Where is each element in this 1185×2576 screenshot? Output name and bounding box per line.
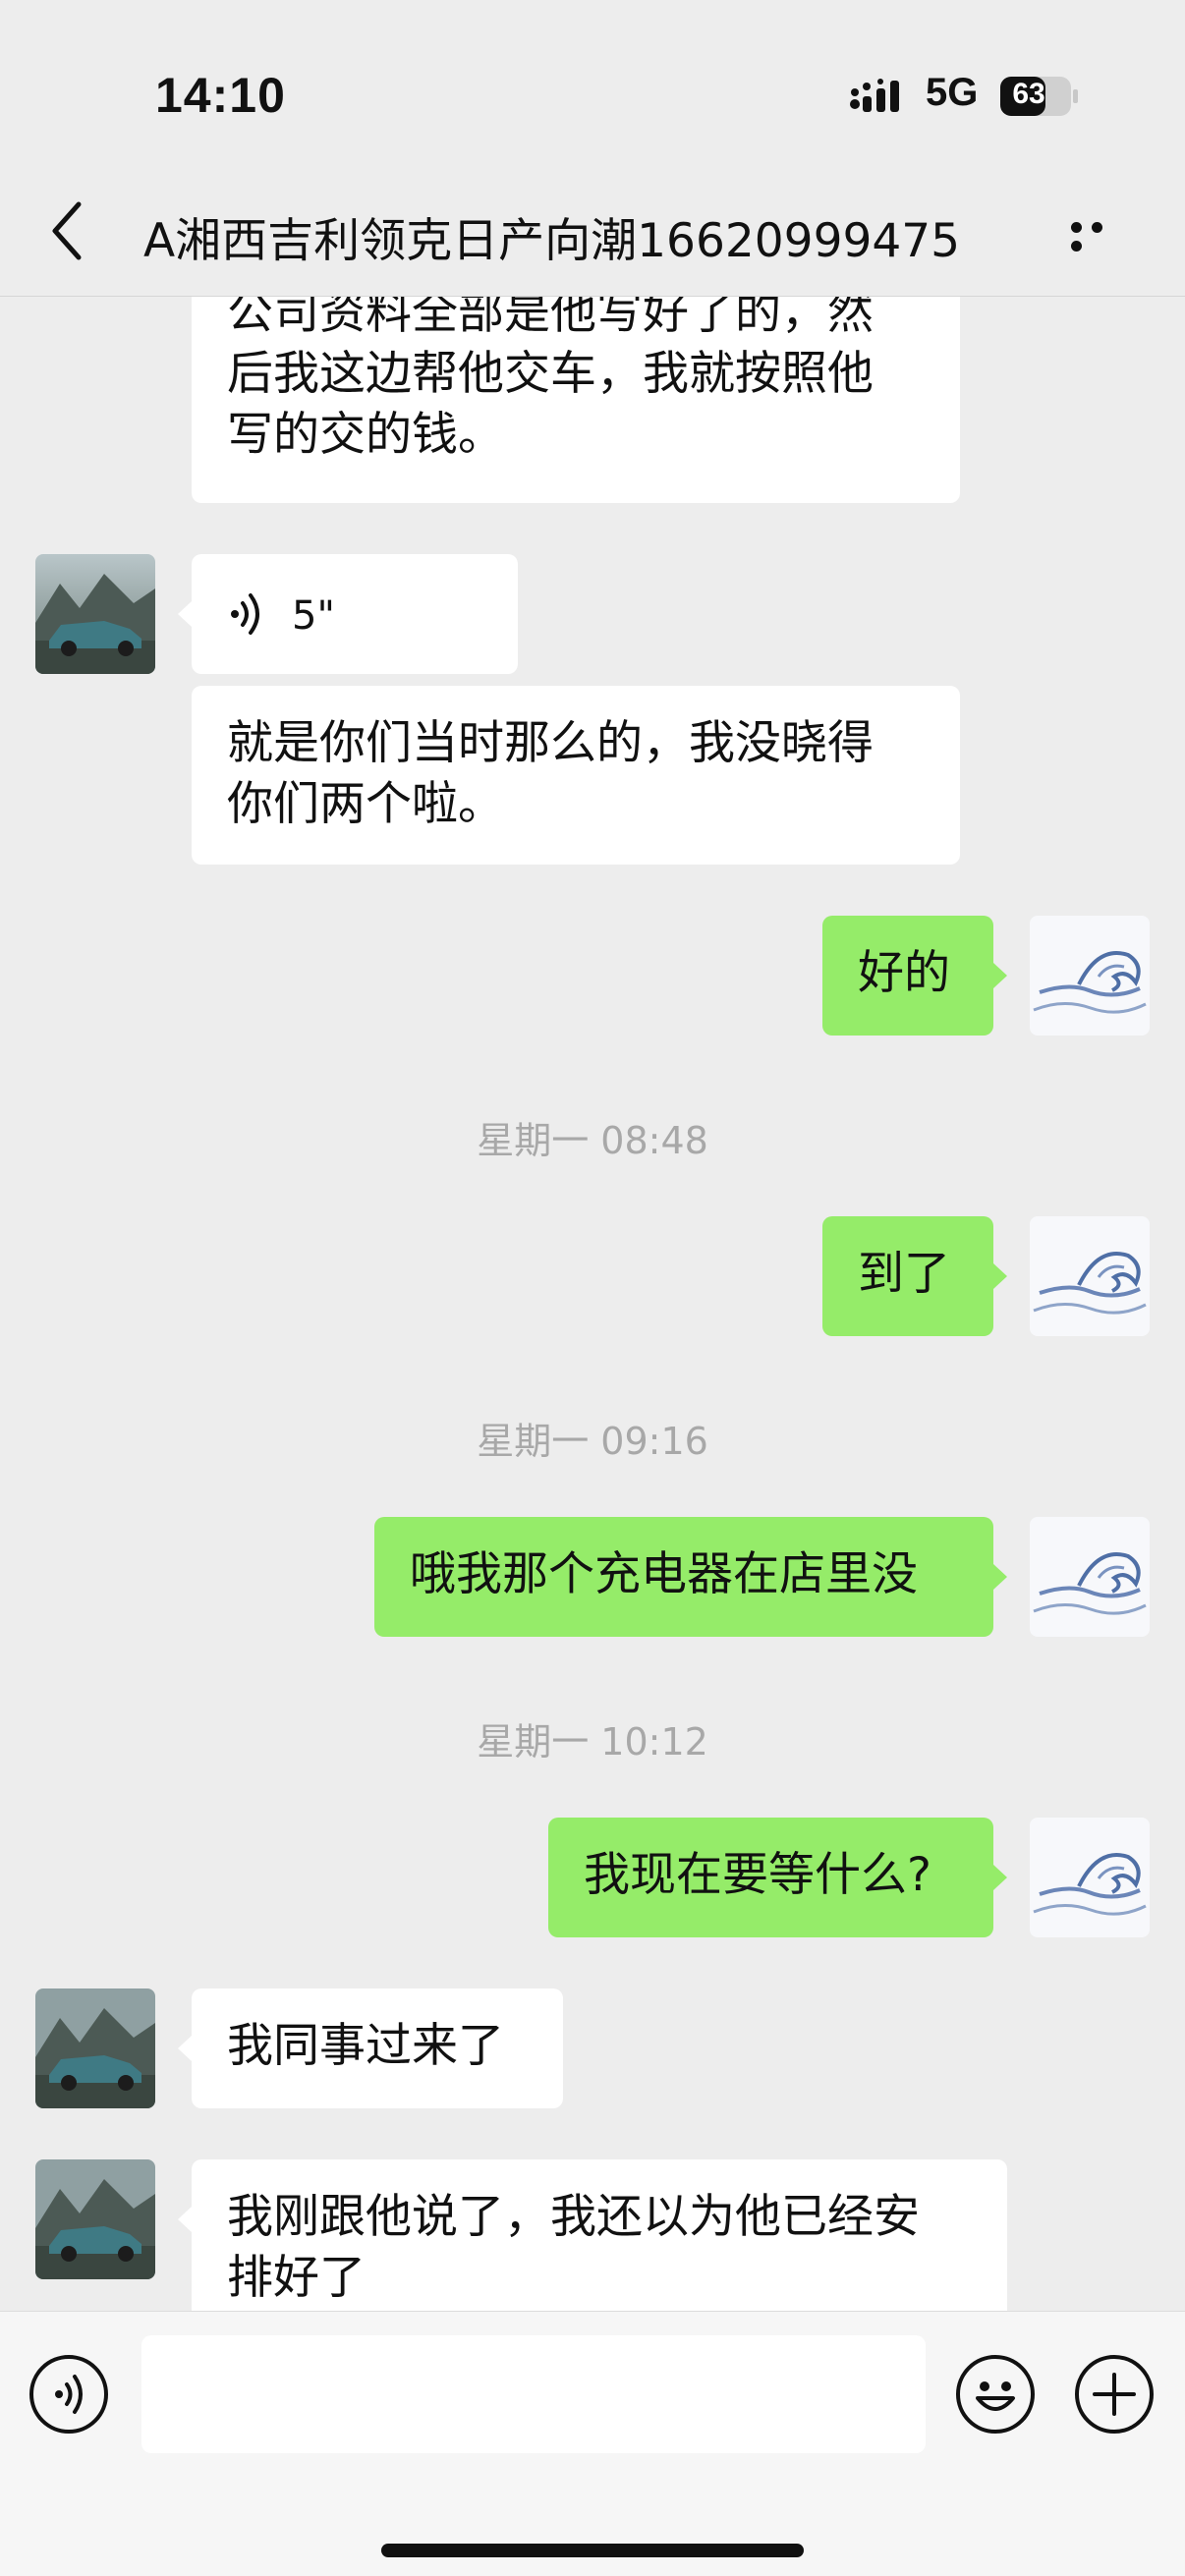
- message-bubble-incoming[interactable]: 我同事过来了: [192, 1988, 563, 2108]
- message-text: 好的: [858, 946, 950, 1000]
- message-text: 你们两个啦。: [227, 777, 504, 831]
- my-avatar[interactable]: [1030, 1818, 1150, 1937]
- message-text: 我同事过来了: [227, 2019, 504, 2073]
- plus-icon[interactable]: [1075, 2355, 1154, 2434]
- bubble-tail: [178, 2036, 192, 2061]
- message-bubble-incoming[interactable]: 就是你们当时那么的，我没晓得 你们两个啦。: [192, 686, 960, 865]
- voice-icon: [231, 593, 259, 635]
- voice-input-icon[interactable]: [29, 2355, 108, 2434]
- emoji-icon[interactable]: [956, 2355, 1035, 2434]
- bubble-tail: [993, 963, 1007, 988]
- battery-level: 63: [1012, 78, 1045, 110]
- contact-avatar[interactable]: [35, 554, 155, 674]
- message-text: 就是你们当时那么的，我没晓得: [227, 716, 874, 770]
- chat-area[interactable]: 公司资料全部是他写好了的，然 后我这边帮他交车，我就按照他 写的交的钱。 5" …: [0, 297, 1185, 2311]
- message-text: 我现在要等什么?: [584, 1848, 931, 1902]
- timestamp: 星期一 08:48: [477, 1119, 708, 1162]
- contact-avatar[interactable]: [35, 2159, 155, 2279]
- message-bubble-incoming[interactable]: 公司资料全部是他写好了的，然 后我这边帮他交车，我就按照他 写的交的钱。: [192, 297, 960, 503]
- message-text: 到了: [858, 1247, 950, 1301]
- message-bubble-outgoing[interactable]: 我现在要等什么?: [548, 1818, 993, 1937]
- message-bubble-outgoing[interactable]: 到了: [822, 1216, 993, 1336]
- home-indicator[interactable]: [381, 2544, 804, 2557]
- message-text: 哦我那个充电器在店里没: [410, 1547, 918, 1601]
- back-icon[interactable]: [43, 196, 92, 265]
- my-avatar[interactable]: [1030, 1517, 1150, 1637]
- message-bubble-outgoing[interactable]: 哦我那个充电器在店里没: [374, 1517, 993, 1637]
- bubble-tail: [178, 2207, 192, 2232]
- bubble-tail: [993, 1865, 1007, 1890]
- bubble-tail: [993, 1263, 1007, 1289]
- more-icon[interactable]: [1071, 218, 1130, 252]
- message-text: 写的交的钱。: [227, 408, 504, 462]
- voice-duration: 5": [292, 593, 335, 639]
- timestamp: 星期一 10:12: [477, 1720, 708, 1764]
- top-bar: 14:10 5G 63 A湘西吉利领克日产向潮16620999475: [0, 0, 1185, 297]
- network-type: 5G: [926, 71, 979, 114]
- message-bubble-incoming[interactable]: 我刚跟他说了，我还以为他已经安 排好了: [192, 2159, 1007, 2311]
- bubble-tail: [993, 1564, 1007, 1590]
- message-text: 后我这边帮他交车，我就按照他: [227, 347, 874, 401]
- status-time: 14:10: [155, 68, 286, 123]
- chat-title: A湘西吉利领克日产向潮16620999475: [143, 214, 961, 268]
- message-text: 排好了: [227, 2251, 366, 2305]
- bubble-tail: [178, 601, 192, 627]
- contact-avatar[interactable]: [35, 1988, 155, 2108]
- signal-icon: [850, 79, 899, 112]
- message-text: 我刚跟他说了，我还以为他已经安: [227, 2190, 920, 2244]
- my-avatar[interactable]: [1030, 916, 1150, 1036]
- message-input[interactable]: [141, 2335, 926, 2453]
- message-text: 公司资料全部是他写好了的，然: [227, 297, 874, 340]
- timestamp: 星期一 09:16: [477, 1420, 708, 1463]
- my-avatar[interactable]: [1030, 1216, 1150, 1336]
- message-bubble-outgoing[interactable]: 好的: [822, 916, 993, 1036]
- input-bar: [0, 2311, 1185, 2576]
- voice-message[interactable]: 5": [192, 554, 518, 674]
